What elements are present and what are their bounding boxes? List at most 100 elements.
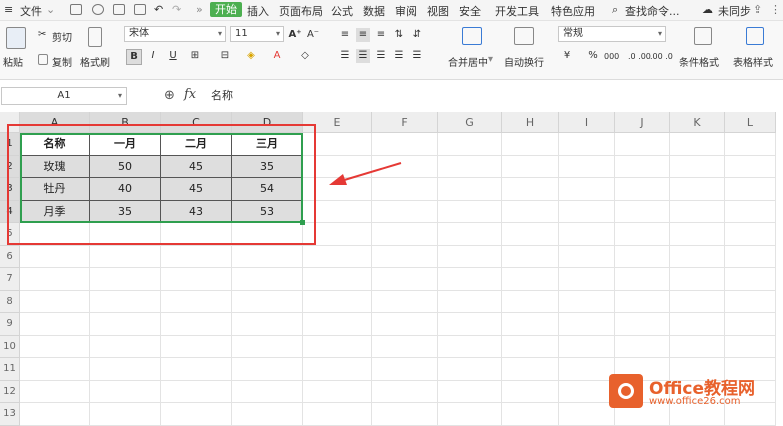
cell-e4[interactable] bbox=[303, 200, 372, 223]
cell-b2[interactable]: 50 bbox=[90, 155, 161, 178]
column-header-j[interactable]: J bbox=[615, 112, 670, 133]
cut-button[interactable]: 剪切 bbox=[52, 29, 72, 44]
cell-i5[interactable] bbox=[559, 223, 615, 246]
distribute-icon[interactable]: ☰ bbox=[410, 49, 424, 63]
copy-icon[interactable] bbox=[38, 54, 48, 65]
cell-l7[interactable] bbox=[725, 268, 776, 291]
cell-c8[interactable] bbox=[161, 290, 232, 313]
save-icon[interactable] bbox=[70, 4, 82, 15]
cell-g4[interactable] bbox=[438, 200, 502, 223]
cell-f10[interactable] bbox=[372, 335, 438, 358]
cell-f5[interactable] bbox=[372, 223, 438, 246]
cell-e5[interactable] bbox=[303, 223, 372, 246]
cell-i12[interactable] bbox=[559, 380, 615, 403]
redo-icon[interactable]: ↷ bbox=[172, 3, 181, 16]
column-header-k[interactable]: K bbox=[670, 112, 725, 133]
currency-icon[interactable]: ¥ bbox=[560, 49, 574, 63]
cell-a13[interactable] bbox=[20, 403, 90, 426]
cell-h13[interactable] bbox=[502, 403, 559, 426]
paste-icon[interactable] bbox=[6, 27, 26, 49]
column-header-i[interactable]: I bbox=[559, 112, 615, 133]
align-top-icon[interactable]: ≡ bbox=[338, 28, 352, 42]
column-header-a[interactable]: A bbox=[20, 112, 90, 133]
cell-b8[interactable] bbox=[90, 290, 161, 313]
cell-l2[interactable] bbox=[725, 155, 776, 178]
cell-b9[interactable] bbox=[90, 313, 161, 336]
cell-e13[interactable] bbox=[303, 403, 372, 426]
row-header-9[interactable]: 9 bbox=[0, 313, 20, 336]
align-middle-icon[interactable]: ≡ bbox=[356, 28, 370, 42]
cell-a2[interactable]: 玫瑰 bbox=[20, 155, 90, 178]
cell-e11[interactable] bbox=[303, 358, 372, 381]
cell-k10[interactable] bbox=[670, 335, 725, 358]
command-search[interactable]: 查找命令... bbox=[625, 3, 680, 19]
cell-i6[interactable] bbox=[559, 245, 615, 268]
column-header-d[interactable]: D bbox=[232, 112, 303, 133]
cell-d7[interactable] bbox=[232, 268, 303, 291]
decrease-font-icon[interactable]: A⁻ bbox=[306, 28, 320, 42]
cell-g11[interactable] bbox=[438, 358, 502, 381]
cell-f9[interactable] bbox=[372, 313, 438, 336]
cell-e10[interactable] bbox=[303, 335, 372, 358]
cell-l3[interactable] bbox=[725, 178, 776, 201]
tab-insert[interactable]: 插入 bbox=[247, 3, 269, 19]
fx-icon[interactable]: fx bbox=[184, 87, 196, 102]
borders-icon[interactable]: ⊞ bbox=[188, 49, 202, 63]
merge-cells-icon[interactable]: ⊟ bbox=[218, 49, 232, 63]
thousands-button[interactable]: 000 bbox=[604, 52, 619, 61]
tab-review[interactable]: 审阅 bbox=[395, 3, 417, 19]
cell-k3[interactable] bbox=[670, 178, 725, 201]
cell-d11[interactable] bbox=[232, 358, 303, 381]
column-header-f[interactable]: F bbox=[372, 112, 438, 133]
cell-k8[interactable] bbox=[670, 290, 725, 313]
cell-d10[interactable] bbox=[232, 335, 303, 358]
zoom-icon[interactable]: ⊕ bbox=[164, 88, 175, 103]
cell-g2[interactable] bbox=[438, 155, 502, 178]
row-header-4[interactable]: 4 bbox=[0, 200, 20, 223]
print-icon[interactable] bbox=[113, 4, 125, 15]
increase-decimal-button[interactable]: .0 .00 bbox=[628, 52, 651, 61]
scissors-icon[interactable]: ✂ bbox=[38, 29, 46, 40]
row-header-1[interactable]: 1 bbox=[0, 133, 20, 156]
cell-c1[interactable]: 二月 bbox=[161, 133, 232, 156]
cell-g1[interactable] bbox=[438, 133, 502, 156]
cell-d4[interactable]: 53 bbox=[232, 200, 303, 223]
decrease-decimal-button[interactable]: .00 .0 bbox=[650, 52, 673, 61]
cell-d13[interactable] bbox=[232, 403, 303, 426]
percent-button[interactable]: % bbox=[586, 49, 600, 63]
more-options-icon[interactable]: ⋮ bbox=[770, 3, 781, 16]
cell-c4[interactable]: 43 bbox=[161, 200, 232, 223]
cell-g9[interactable] bbox=[438, 313, 502, 336]
format-painter-icon[interactable] bbox=[88, 27, 102, 47]
cell-k6[interactable] bbox=[670, 245, 725, 268]
fill-handle[interactable] bbox=[300, 220, 305, 225]
tab-page-layout[interactable]: 页面布局 bbox=[279, 3, 323, 19]
fill-color-icon[interactable]: ◈ bbox=[244, 49, 258, 63]
conditional-format-button[interactable]: 条件格式 bbox=[679, 54, 719, 69]
font-size-select[interactable]: 11 ▾ bbox=[230, 26, 284, 42]
cell-k7[interactable] bbox=[670, 268, 725, 291]
row-header-8[interactable]: 8 bbox=[0, 290, 20, 313]
underline-button[interactable]: U bbox=[166, 49, 180, 63]
cell-g5[interactable] bbox=[438, 223, 502, 246]
cell-f7[interactable] bbox=[372, 268, 438, 291]
cloud-icon[interactable]: ☁ bbox=[702, 3, 713, 16]
cell-d8[interactable] bbox=[232, 290, 303, 313]
cell-e7[interactable] bbox=[303, 268, 372, 291]
increase-font-icon[interactable]: A⁺ bbox=[288, 28, 302, 42]
cell-j6[interactable] bbox=[615, 245, 670, 268]
cell-f6[interactable] bbox=[372, 245, 438, 268]
menu-file[interactable]: 文件 bbox=[20, 3, 42, 19]
cell-a8[interactable] bbox=[20, 290, 90, 313]
merge-center-icon[interactable] bbox=[462, 27, 482, 45]
cell-b10[interactable] bbox=[90, 335, 161, 358]
cell-a5[interactable] bbox=[20, 223, 90, 246]
orientation-icon[interactable]: ⇵ bbox=[410, 28, 424, 42]
cell-j9[interactable] bbox=[615, 313, 670, 336]
cell-g8[interactable] bbox=[438, 290, 502, 313]
column-header-g[interactable]: G bbox=[438, 112, 502, 133]
cell-b6[interactable] bbox=[90, 245, 161, 268]
cell-i1[interactable] bbox=[559, 133, 615, 156]
cell-h8[interactable] bbox=[502, 290, 559, 313]
cell-c6[interactable] bbox=[161, 245, 232, 268]
